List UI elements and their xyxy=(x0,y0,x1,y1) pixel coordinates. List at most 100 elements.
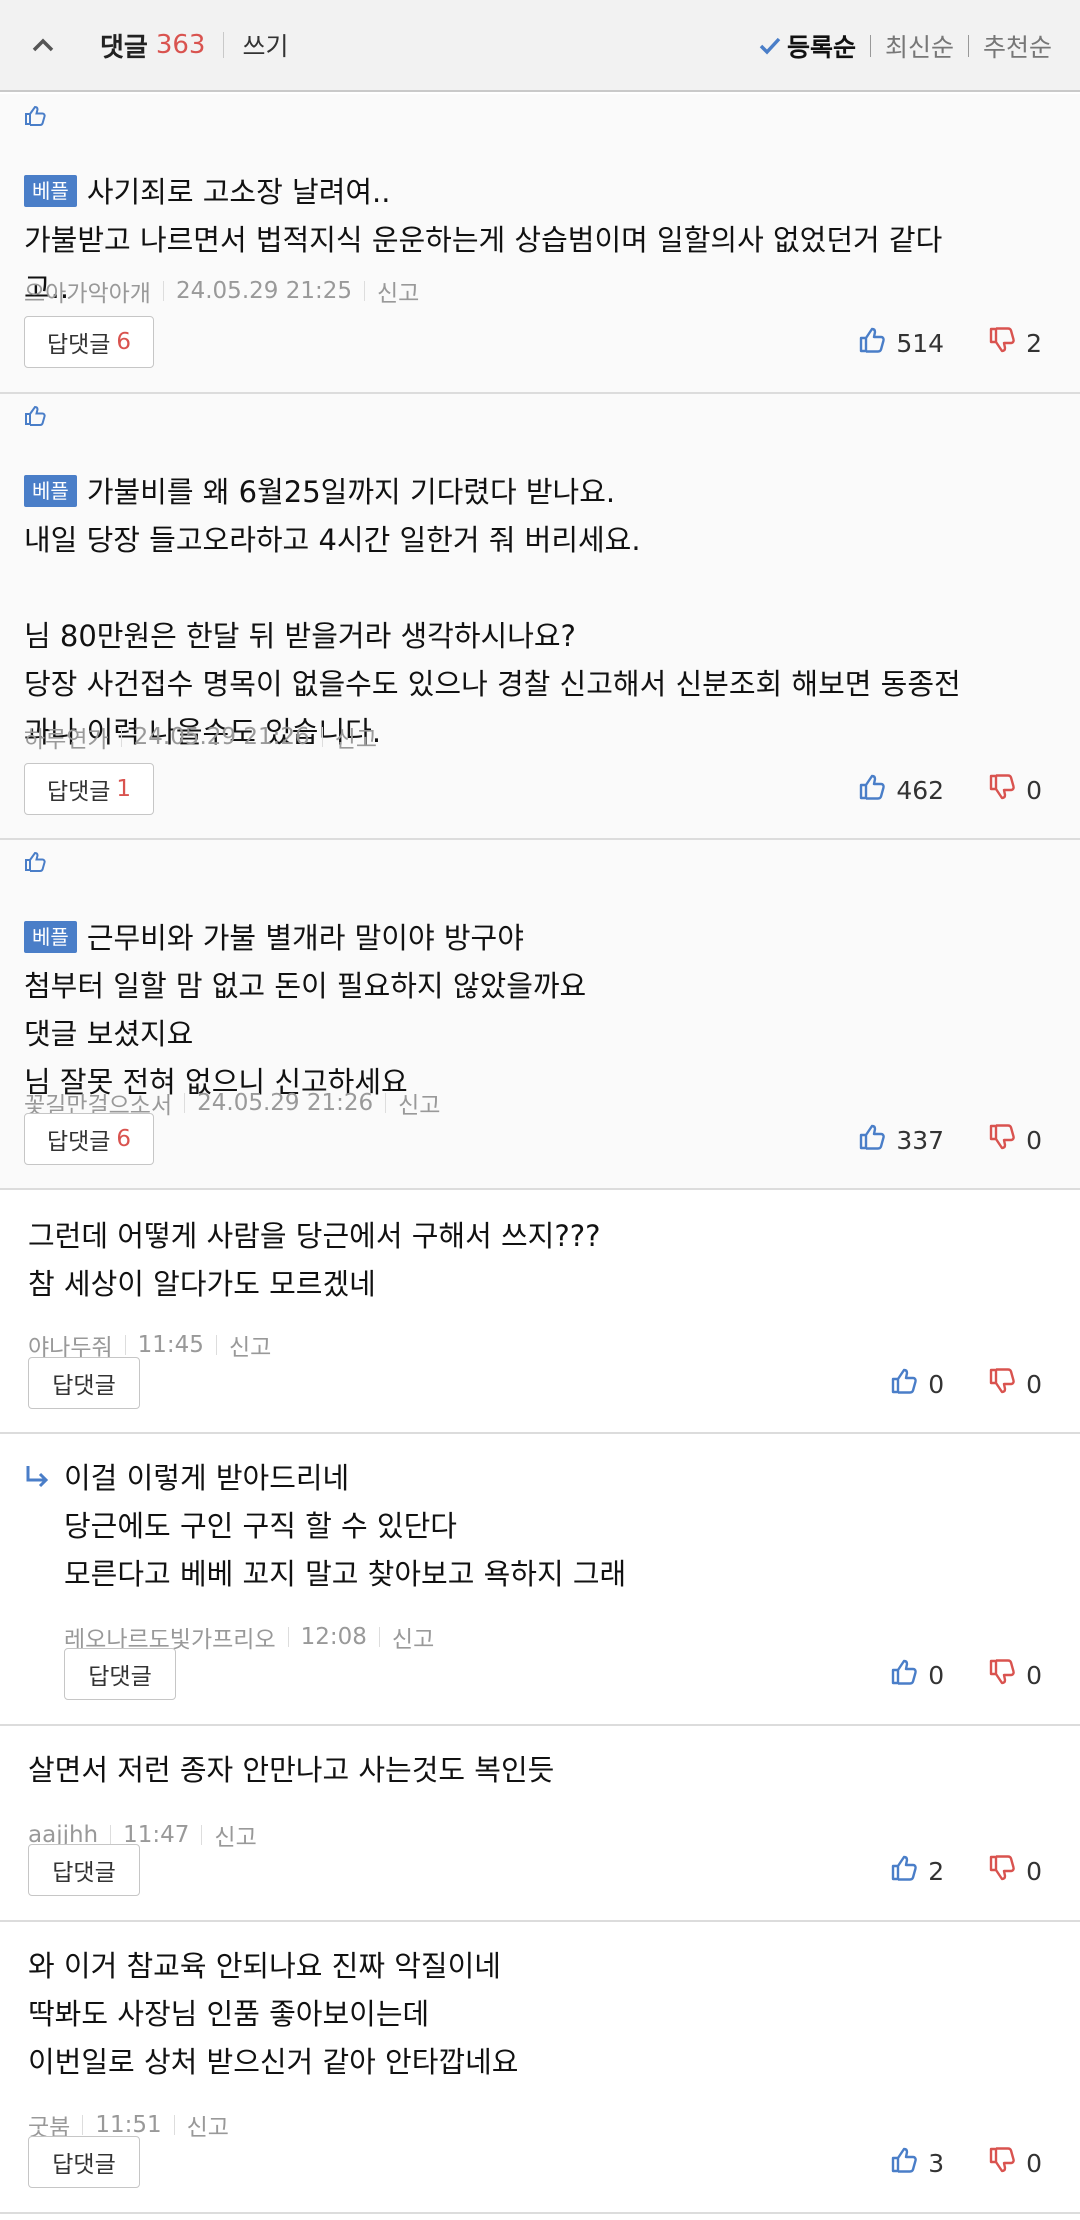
reply-button-label: 답댓글 xyxy=(46,332,111,358)
report-link[interactable]: 신고 xyxy=(392,1620,434,1654)
sort-registered[interactable]: 등록순 xyxy=(759,28,856,64)
comment-author: 으아가악아개 xyxy=(24,281,151,307)
reply-button-label: 답댓글 xyxy=(88,1664,152,1690)
reply-button[interactable]: 답댓글 6 xyxy=(24,316,154,368)
report-link[interactable]: 신고 xyxy=(335,720,377,754)
like-button[interactable]: 337 xyxy=(858,1123,944,1157)
like-count: 514 xyxy=(896,328,945,358)
comment-line-text: 당장 사건접수 명목이 없을수도 있으나 경찰 신고해서 신분조회 해보면 동종… xyxy=(24,667,961,701)
comment-line: 님 80만원은 한달 뒤 받을거라 생각하시나요? xyxy=(24,612,1052,660)
like-count: 462 xyxy=(896,775,945,805)
divider xyxy=(120,727,122,747)
divider xyxy=(869,35,871,57)
vote-controls: 462 0 xyxy=(858,773,1042,807)
dislike-button[interactable]: 2 xyxy=(988,326,1042,360)
comment-item: 베플 사기죄로 고소장 날려여.. 가불받고 나르면서 법적지식 운운하는게 상습범… xyxy=(0,94,1080,394)
write-comment-button[interactable]: 쓰기 xyxy=(242,27,288,63)
best-badge: 베플 xyxy=(24,475,77,507)
comment-line: 베플 사기죄로 고소장 날려여.. xyxy=(24,168,1052,216)
comment-timestamp: 12:08 xyxy=(300,1624,367,1650)
dislike-button[interactable]: 0 xyxy=(988,1123,1042,1157)
sort-registered-label: 등록순 xyxy=(786,33,856,62)
comment-item: 베플 근무비와 가불 별개라 말이야 방구야 첨부터 일할 맘 없고 돈이 필요하지… xyxy=(0,840,1080,1190)
sort-recommended[interactable]: 추천순 xyxy=(983,28,1052,64)
comment-line: 참 세상이 알다가도 모르겠네 xyxy=(28,1260,1052,1308)
reply-count: 6 xyxy=(116,1126,132,1152)
comment-line-text: 댓글 보셨지요 xyxy=(24,1017,194,1051)
comment-line-text: 그런데 어떻게 사람을 당근에서 구해서 쓰지??? xyxy=(28,1219,601,1253)
like-count: 0 xyxy=(928,1660,945,1690)
reply-button[interactable]: 답댓글 1 xyxy=(24,763,154,815)
vote-controls: 00 xyxy=(890,1367,1042,1401)
thumbs-up-icon xyxy=(890,1367,928,1401)
comment-line-text: 모른다고 베베 꼬지 말고 찾아보고 욕하지 그래 xyxy=(64,1557,627,1591)
reply-button-label: 답댓글 xyxy=(46,1129,111,1155)
like-button[interactable]: 514 xyxy=(858,326,944,360)
reply-button[interactable]: 답댓글 xyxy=(28,2136,140,2188)
comment-line-text: 근무비와 가불 별개라 말이야 방구야 xyxy=(86,921,524,955)
comment-line: 베플 근무비와 가불 별개라 말이야 방구야 xyxy=(24,914,1052,962)
dislike-button[interactable]: 0 xyxy=(988,1658,1042,1692)
divider xyxy=(124,1335,126,1355)
like-button[interactable]: 2 xyxy=(890,1854,944,1888)
divider xyxy=(110,1825,112,1845)
like-button[interactable]: 0 xyxy=(890,1367,944,1401)
chevron-up-icon[interactable] xyxy=(30,32,56,58)
thumbs-up-small-icon xyxy=(24,850,48,876)
comments-title: 댓글 xyxy=(100,32,148,63)
report-link[interactable]: 신고 xyxy=(229,1328,271,1362)
comment-line: 이걸 이렇게 받아드리네 xyxy=(64,1454,1052,1502)
dislike-count: 0 xyxy=(1026,1856,1042,1886)
like-button[interactable]: 3 xyxy=(890,2146,944,2180)
report-link[interactable]: 신고 xyxy=(187,2108,229,2142)
comment-line: 살면서 저런 종자 안만나고 사는것도 복인듯 xyxy=(28,1746,1052,1794)
reply-button[interactable]: 답댓글 xyxy=(64,1648,176,1700)
comment-item: 와 이거 참교육 안되나요 진짜 악질이네딱봐도 사장님 인품 좋아보이는데이번… xyxy=(0,1922,1080,2214)
dislike-button[interactable]: 0 xyxy=(988,773,1042,807)
thumbs-down-icon xyxy=(988,2146,1026,2180)
thumbs-up-icon xyxy=(858,773,896,807)
comment-timestamp: 11:51 xyxy=(95,2112,162,2138)
comment-line-text: 딱봐도 사장님 인품 좋아보이는데 xyxy=(28,1997,430,2031)
dislike-button[interactable]: 0 xyxy=(988,2146,1042,2180)
like-count: 2 xyxy=(928,1856,945,1886)
sort-options: 등록순 최신순 추천순 xyxy=(759,0,1052,92)
thumbs-down-icon xyxy=(988,326,1026,360)
thumbs-down-icon xyxy=(988,773,1026,807)
comment-line: 댓글 보셨지요 xyxy=(24,1010,1052,1058)
reply-button[interactable]: 답댓글 xyxy=(28,1357,140,1409)
sort-latest[interactable]: 최신순 xyxy=(885,28,954,64)
thumbs-down-icon xyxy=(988,1367,1026,1401)
divider xyxy=(287,1627,289,1647)
report-link[interactable]: 신고 xyxy=(214,1818,256,1852)
dislike-count: 0 xyxy=(1026,2148,1042,2178)
divider xyxy=(82,2115,84,2135)
report-link[interactable]: 신고 xyxy=(398,1086,440,1120)
comment-line: 와 이거 참교육 안되나요 진짜 악질이네 xyxy=(28,1942,1052,1990)
comment-line-text: 이번일로 상처 받으신거 같아 안타깝네요 xyxy=(28,2045,519,2079)
like-count: 0 xyxy=(928,1369,945,1399)
comment-line-text: 와 이거 참교육 안되나요 진짜 악질이네 xyxy=(28,1949,501,1983)
divider xyxy=(378,1627,380,1647)
reply-arrow-icon xyxy=(24,1464,52,1494)
comment-item: 베플 가불비를 왜 6월25일까지 기다렸다 받나요. 내일 당장 들고오라하고 4… xyxy=(0,394,1080,840)
comment-line-text: 가불받고 나르면서 법적지식 운운하는게 상습범이며 일할의사 없었던거 같다 xyxy=(24,223,943,257)
reply-button[interactable]: 답댓글 6 xyxy=(24,1113,154,1165)
divider xyxy=(162,281,164,301)
comment-meta: 하루연가 24.05.29 21:26 신고 xyxy=(24,720,377,754)
like-button[interactable]: 0 xyxy=(890,1658,944,1692)
thumbs-down-icon xyxy=(988,1854,1026,1888)
vote-controls: 30 xyxy=(890,2146,1042,2180)
report-link[interactable]: 신고 xyxy=(377,274,419,308)
dislike-button[interactable]: 0 xyxy=(988,1367,1042,1401)
like-button[interactable]: 462 xyxy=(858,773,944,807)
dislike-button[interactable]: 0 xyxy=(988,1854,1042,1888)
thumbs-up-icon xyxy=(890,1854,928,1888)
comment-line: 베플 가불비를 왜 6월25일까지 기다렸다 받나요. xyxy=(24,468,1052,516)
divider xyxy=(184,1093,186,1113)
reply-button-label: 답댓글 xyxy=(52,1860,116,1886)
thumbs-up-icon xyxy=(858,1123,896,1157)
divider xyxy=(215,1335,217,1355)
reply-button[interactable]: 답댓글 xyxy=(28,1844,140,1896)
thumbs-up-icon xyxy=(858,326,896,360)
